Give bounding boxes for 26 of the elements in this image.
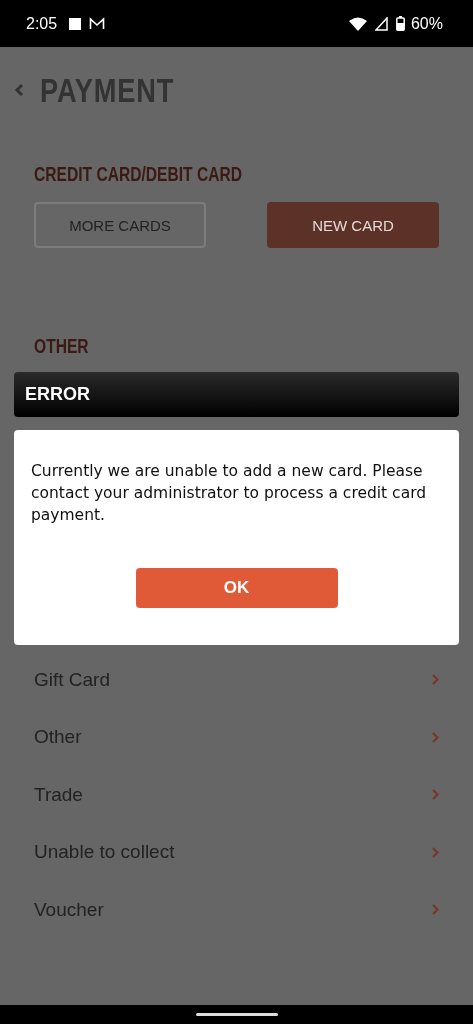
chevron-icon	[432, 904, 439, 916]
payment-option[interactable]: Trade	[34, 766, 439, 824]
new-card-button[interactable]: NEW CARD	[267, 202, 439, 248]
square-icon	[69, 17, 82, 30]
more-cards-button[interactable]: MORE CARDS	[34, 202, 206, 248]
battery-icon	[395, 16, 405, 31]
chevron-icon	[432, 789, 439, 801]
chevron-icon	[432, 846, 439, 858]
back-icon[interactable]	[14, 83, 24, 97]
wifi-icon	[348, 16, 367, 31]
chevron-icon	[432, 674, 439, 686]
status-time: 2:05	[26, 14, 58, 33]
battery-percent: 60%	[410, 14, 443, 33]
section-title: OTHER	[34, 335, 90, 358]
home-handle[interactable]	[195, 1013, 278, 1016]
payment-option[interactable]: Unable to collect	[34, 823, 439, 881]
dialog-message: Currently we are unable to add a new card. Please contact your administrator to process a credit card payment.	[31, 461, 428, 526]
section-title: CREDIT CARD/DEBIT CARD	[34, 163, 243, 186]
ok-button[interactable]: OK	[135, 568, 338, 608]
signal-icon	[374, 16, 388, 31]
dialog-title: ERROR	[25, 384, 90, 405]
mail-icon	[89, 17, 106, 30]
payment-option[interactable]: Gift Card	[34, 651, 439, 709]
payment-option[interactable]: Other	[34, 708, 439, 766]
payment-option[interactable]: Voucher	[34, 881, 439, 939]
chevron-icon	[432, 731, 439, 743]
